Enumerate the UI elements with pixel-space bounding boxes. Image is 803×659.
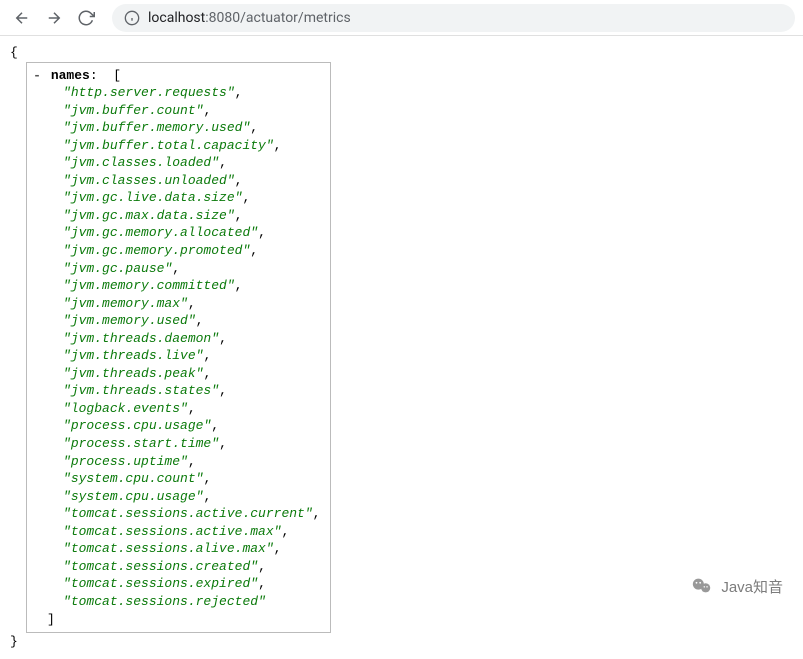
reload-button[interactable] (72, 4, 100, 32)
metric-name: jvm.gc.memory.allocated (63, 225, 258, 240)
wechat-icon (691, 575, 713, 597)
metric-name: tomcat.sessions.active.max (63, 524, 281, 539)
metric-name: http.server.requests (63, 85, 235, 100)
metric-name: tomcat.sessions.created (63, 559, 258, 574)
json-open-bracket: [ (113, 68, 121, 83)
metric-name: system.cpu.count (63, 471, 203, 486)
browser-toolbar: localhost:8080/actuator/metrics (0, 0, 803, 36)
json-object-box: - names: [ http.server.requests,jvm.buff… (26, 62, 331, 634)
metric-name: jvm.gc.memory.promoted (63, 243, 250, 258)
metric-name: process.start.time (63, 436, 219, 451)
metric-name: process.uptime (63, 454, 188, 469)
arrow-right-icon (45, 9, 63, 27)
forward-button[interactable] (40, 4, 68, 32)
metric-name: jvm.memory.committed (63, 278, 235, 293)
collapse-toggle[interactable]: - (31, 67, 43, 85)
metric-name: system.cpu.usage (63, 489, 203, 504)
metric-name: process.cpu.usage (63, 418, 211, 433)
metric-name: jvm.gc.pause (63, 261, 172, 276)
url-text: localhost:8080/actuator/metrics (148, 10, 351, 26)
arrow-left-icon (13, 9, 31, 27)
address-bar[interactable]: localhost:8080/actuator/metrics (112, 4, 795, 32)
names-key-line: - names: [ (31, 67, 322, 85)
reload-icon (77, 9, 95, 27)
watermark: Java知音 (691, 575, 783, 597)
metric-name: tomcat.sessions.alive.max (63, 541, 274, 556)
metric-name: logback.events (63, 401, 188, 416)
metric-name: jvm.classes.loaded (63, 155, 219, 170)
watermark-text: Java知音 (721, 576, 783, 597)
metric-name: jvm.memory.max (63, 296, 188, 311)
json-close-bracket: ] (47, 612, 55, 627)
metric-name: jvm.gc.live.data.size (63, 190, 242, 205)
metric-name: tomcat.sessions.expired (63, 576, 258, 591)
json-close-brace: } (10, 633, 793, 651)
info-icon[interactable] (124, 10, 140, 26)
metric-name: jvm.threads.live (63, 348, 203, 363)
url-host: localhost (148, 10, 205, 26)
names-array: http.server.requests,jvm.buffer.count,jv… (31, 84, 322, 610)
back-button[interactable] (8, 4, 36, 32)
metric-name: jvm.memory.used (63, 313, 196, 328)
metric-name: jvm.threads.daemon (63, 331, 219, 346)
metric-name: jvm.classes.unloaded (63, 173, 235, 188)
metric-name: jvm.gc.max.data.size (63, 208, 235, 223)
metric-name: jvm.buffer.total.capacity (63, 138, 274, 153)
json-open-brace: { (10, 44, 793, 62)
metric-name: jvm.threads.peak (63, 366, 203, 381)
metric-name: jvm.threads.states (63, 383, 219, 398)
json-viewer: { - names: [ http.server.requests,jvm.bu… (0, 36, 803, 659)
metric-name: tomcat.sessions.rejected (63, 594, 266, 609)
json-key-names: names (51, 68, 90, 83)
metric-name: tomcat.sessions.active.current (63, 506, 313, 521)
url-path: :8080/actuator/metrics (205, 10, 350, 26)
metric-name: jvm.buffer.count (63, 103, 203, 118)
metric-name: jvm.buffer.memory.used (63, 120, 250, 135)
